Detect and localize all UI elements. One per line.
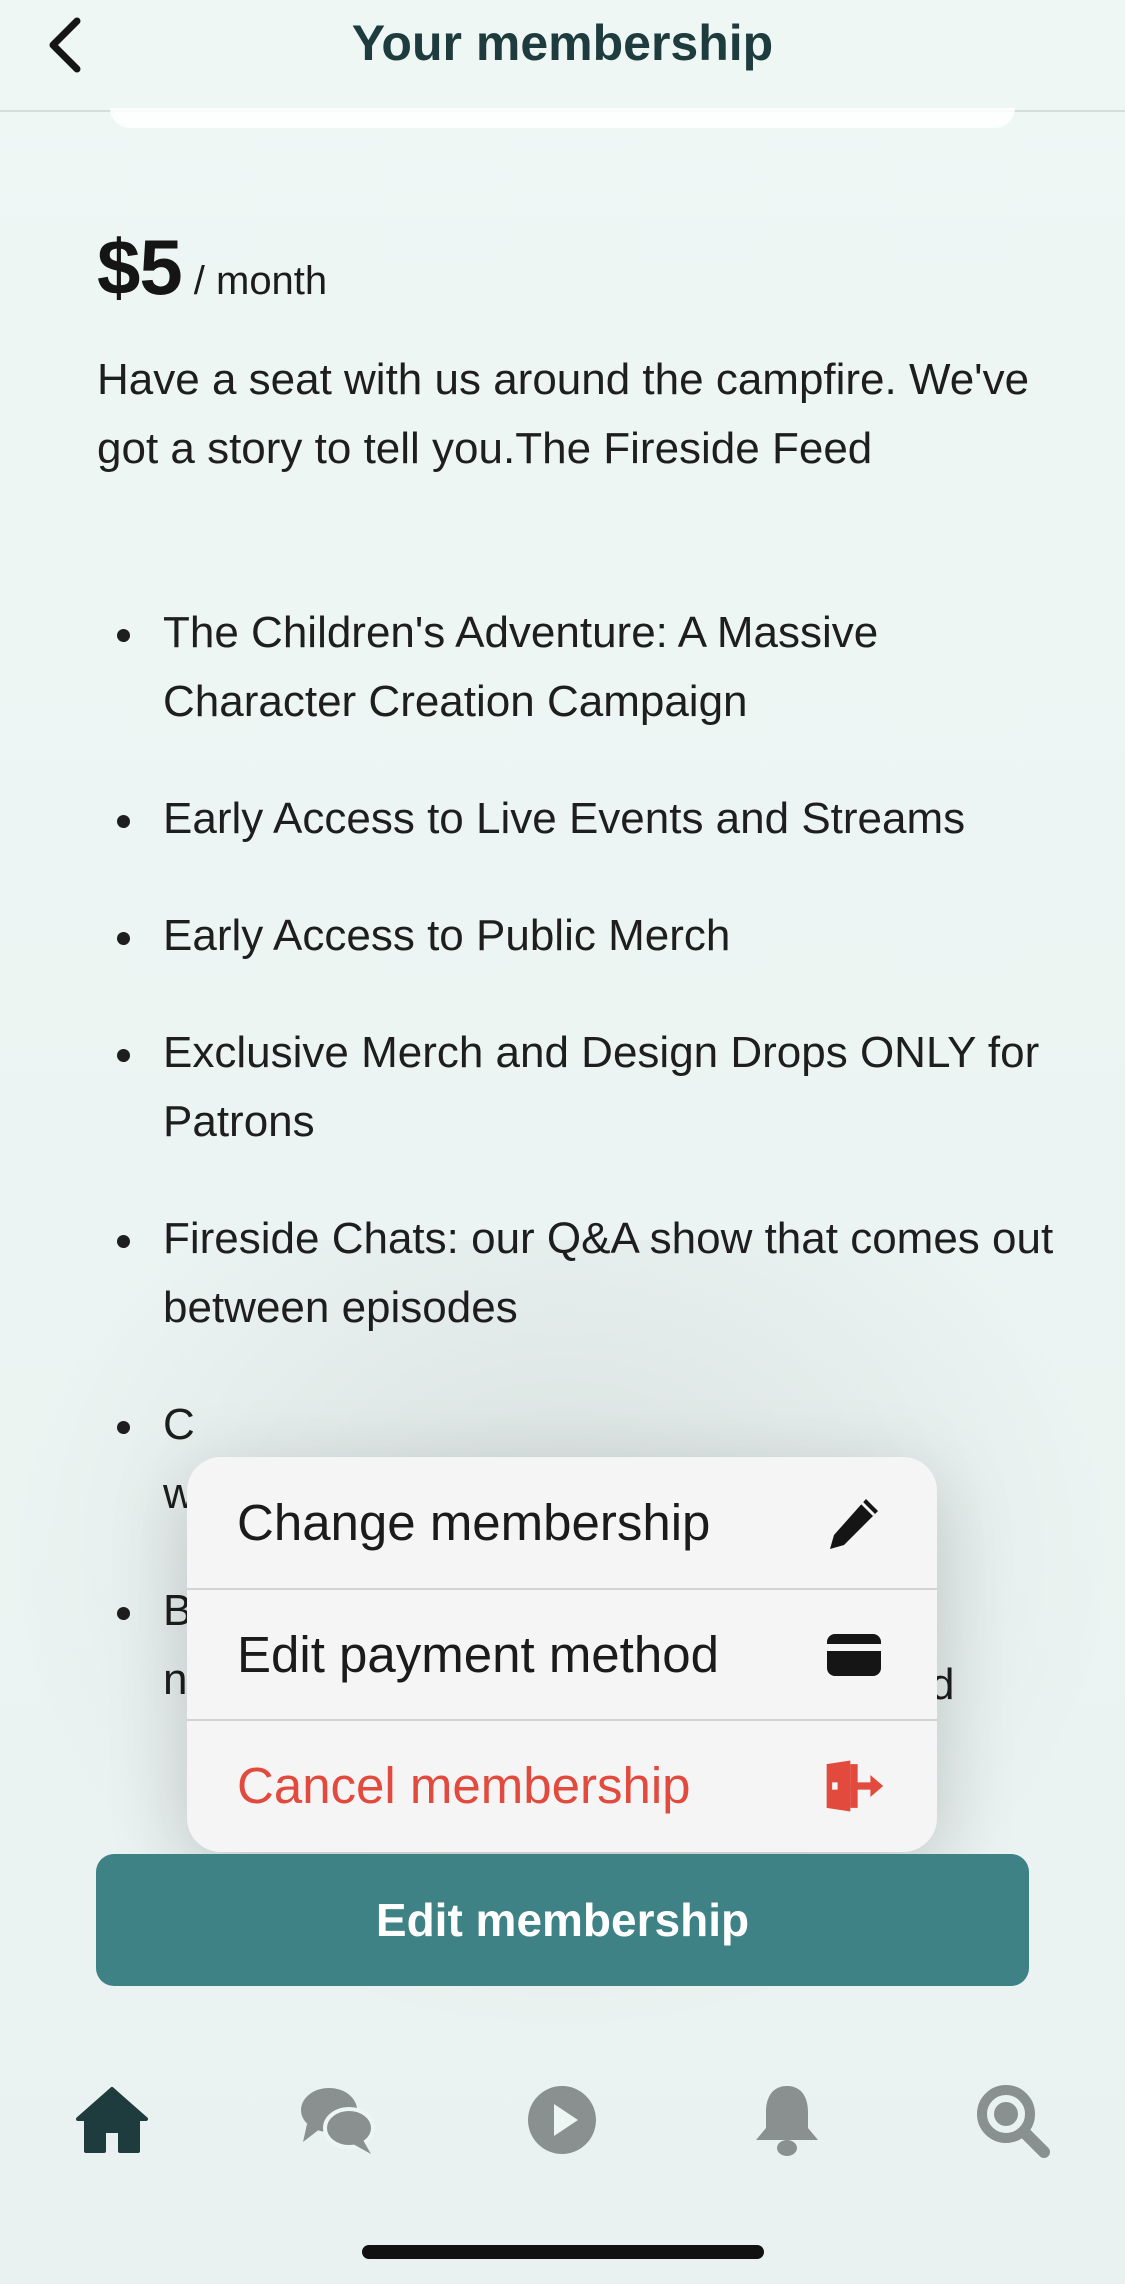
benefit-item: Fireside Chats: our Q&A show that comes …: [97, 1204, 1057, 1342]
header: Your membership: [0, 0, 1125, 112]
menu-item-label: Cancel membership: [237, 1757, 691, 1814]
page-title: Your membership: [351, 15, 774, 71]
tier-description: Have a seat with us around the campfire.…: [97, 355, 1030, 473]
edit-payment-method-item[interactable]: Edit payment method: [187, 1588, 937, 1719]
benefit-item: Early Access to Public Merch: [97, 901, 1057, 970]
nav-chats[interactable]: [287, 2070, 387, 2170]
credit-card-icon: [823, 1624, 885, 1686]
cancel-membership-item[interactable]: Cancel membership: [187, 1719, 937, 1850]
benefit-item: Early Access to Live Events and Streams: [97, 784, 1057, 853]
nav-search[interactable]: [962, 2070, 1062, 2170]
search-icon: [977, 2085, 1050, 2158]
membership-page: Your membership $5 / month Have a seat w…: [0, 0, 1125, 2284]
change-membership-item[interactable]: Change membership: [187, 1457, 937, 1588]
tier-card-edge: [110, 108, 1015, 128]
home-icon: [76, 2087, 148, 2153]
pencil-icon: [823, 1492, 885, 1554]
home-indicator: [362, 2245, 764, 2259]
benefit-item: The Children's Adventure: A Massive Char…: [97, 598, 1057, 736]
nav-videos[interactable]: [512, 2070, 612, 2170]
menu-item-label: Edit payment method: [237, 1626, 719, 1683]
price-amount: $5: [97, 223, 183, 311]
bell-icon: [756, 2086, 818, 2156]
menu-item-label: Change membership: [237, 1494, 711, 1551]
membership-action-menu: Change membership Edit payment method Ca…: [187, 1457, 937, 1852]
price-period: / month: [193, 259, 328, 303]
play-icon: [528, 2086, 596, 2154]
nav-home[interactable]: [62, 2070, 162, 2170]
tier-price: $5 / month: [97, 222, 327, 313]
edit-membership-button[interactable]: Edit membership: [96, 1854, 1029, 1986]
bottom-nav: [0, 2070, 1125, 2190]
exit-door-icon: [823, 1755, 885, 1817]
chat-icon: [301, 2088, 375, 2154]
nav-notifications[interactable]: [737, 2070, 837, 2170]
benefit-item: Exclusive Merch and Design Drops ONLY fo…: [97, 1018, 1057, 1156]
